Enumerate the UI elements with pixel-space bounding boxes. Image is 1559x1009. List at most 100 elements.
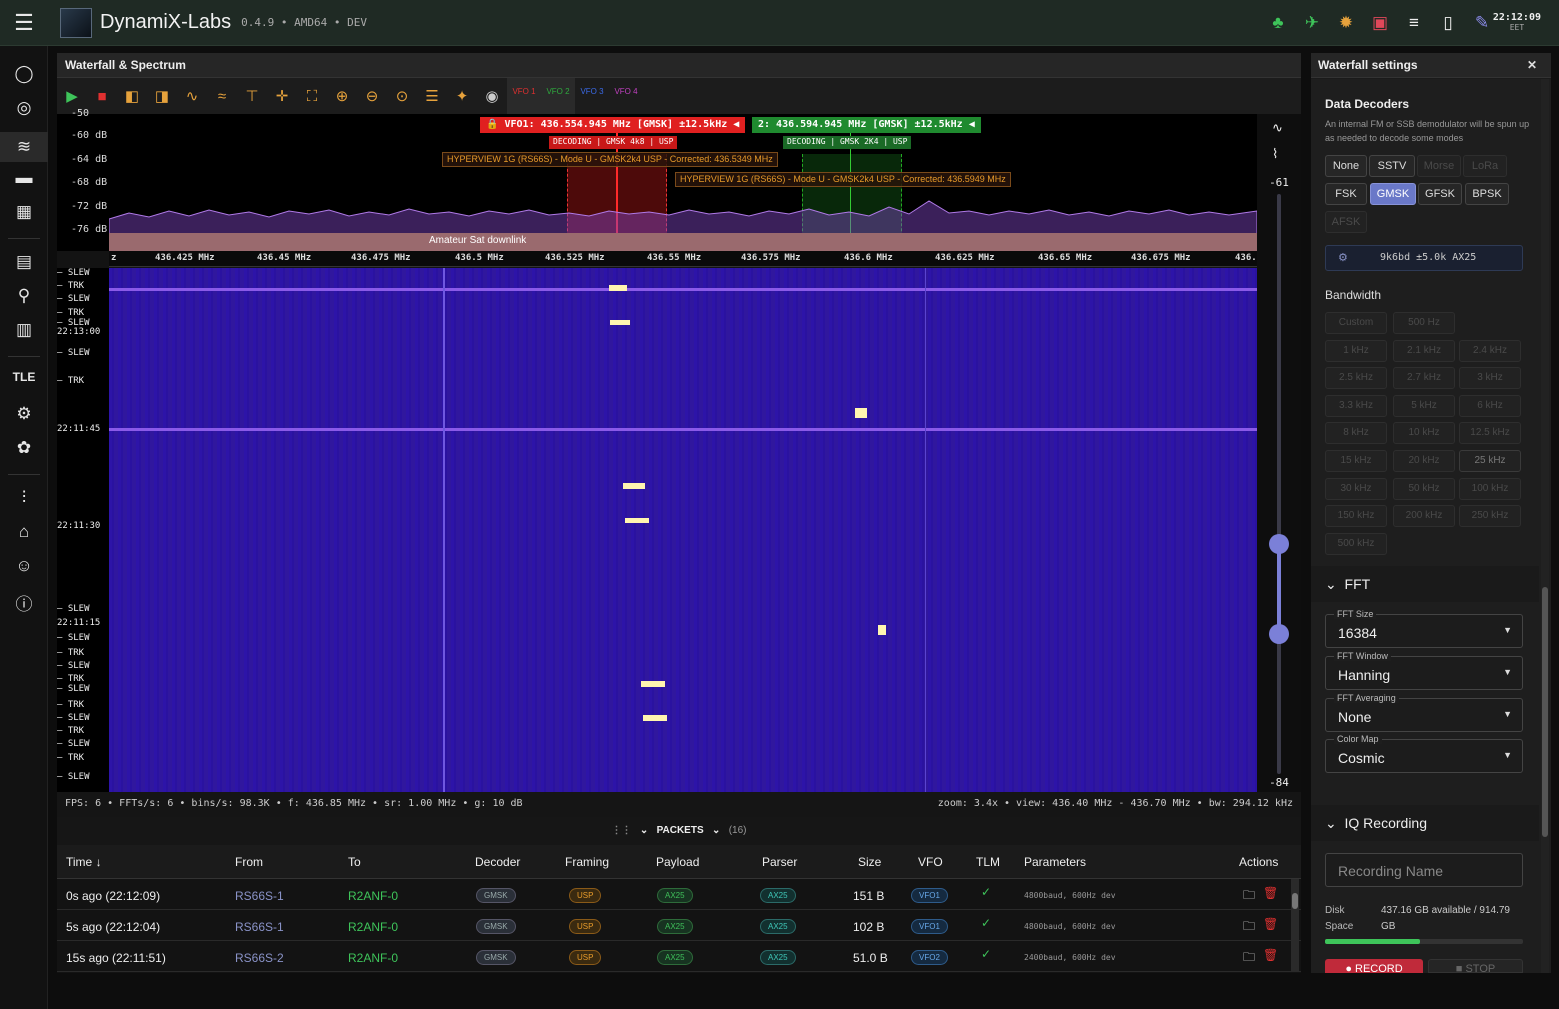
range-min-handle[interactable] (1269, 624, 1289, 644)
table-row[interactable]: 5s ago (22:12:04) RS66S-1 R2ANF-0 GMSK U… (57, 910, 1301, 941)
column-header[interactable]: Size (858, 855, 881, 869)
range-max-handle[interactable] (1269, 534, 1289, 554)
bandwidth-option[interactable]: 500 kHz (1325, 532, 1387, 555)
waterfall-mode-icon[interactable]: ⌇ (1272, 146, 1278, 162)
spectrum-view[interactable]: -50 -60 dB -64 dB -68 dB -72 dB -76 dB A… (57, 108, 1301, 251)
dashboard-icon[interactable]: ◯ (0, 64, 48, 84)
spectrum-icon[interactable]: ≈ (207, 88, 237, 105)
fft-averaging-select[interactable]: FFT Averaging None ▼ (1325, 693, 1523, 732)
column-header[interactable]: Decoder (475, 855, 520, 869)
menu-icon[interactable]: ☰ (0, 10, 48, 36)
bandwidth-option[interactable]: 500 Hz (1393, 312, 1455, 334)
recording-name-input[interactable]: Recording Name (1325, 853, 1523, 887)
right-panel-icon[interactable]: ◨ (147, 87, 177, 105)
iq-recording-section-header[interactable]: ⌄ IQ Recording (1311, 805, 1539, 841)
record-button[interactable]: ● RECORD (1325, 959, 1423, 973)
vfo-4-button[interactable]: VFO 4 (609, 78, 643, 114)
decoder-gfsk-button[interactable]: GFSK (1418, 183, 1462, 205)
playlist-icon[interactable]: ≡ (1397, 13, 1431, 33)
bookmarks-icon[interactable]: ☰ (417, 87, 447, 105)
vfo-3-button[interactable]: VFO 3 (575, 78, 609, 114)
column-header[interactable]: Payload (656, 855, 699, 869)
cell-to[interactable]: R2ANF-0 (348, 889, 398, 903)
zoom-in-icon[interactable]: ⊕ (327, 87, 357, 105)
vfo-2-button[interactable]: VFO 2 (541, 78, 575, 114)
range-track[interactable] (1277, 194, 1281, 774)
bandwidth-option[interactable]: 100 kHz (1459, 477, 1521, 500)
bandwidth-option[interactable]: 3.3 kHz (1325, 394, 1387, 417)
bandwidth-option[interactable]: 50 kHz (1393, 477, 1455, 500)
cell-to[interactable]: R2ANF-0 (348, 951, 398, 965)
column-header[interactable]: Actions (1239, 855, 1278, 869)
cell-from[interactable]: RS66S-1 (235, 889, 284, 903)
decoder-fsk-button[interactable]: FSK (1325, 183, 1367, 205)
stop-icon[interactable]: ■ (87, 88, 117, 105)
files-icon[interactable]: ▬ (0, 168, 48, 188)
bandwidth-option[interactable]: 5 kHz (1393, 394, 1455, 417)
settings-scrollbar[interactable] (1541, 79, 1549, 973)
left-panel-icon[interactable]: ◧ (117, 87, 147, 105)
decoder-lora-button[interactable]: LoRa (1463, 155, 1507, 177)
color-map-select[interactable]: Color Map Cosmic ▼ (1325, 734, 1523, 773)
satellite-icon[interactable]: ✦ (447, 87, 477, 105)
trash-icon[interactable]: 🗑 (1263, 948, 1278, 962)
chevron-down-icon[interactable]: ⌄ (712, 825, 720, 836)
column-header[interactable]: From (235, 855, 263, 869)
close-icon[interactable]: ✕ (1527, 58, 1537, 72)
fft-size-select[interactable]: FFT Size 16384 ▼ (1325, 609, 1523, 648)
antenna-icon[interactable]: ⚲ (0, 286, 48, 306)
decoder-bpsk-button[interactable]: BPSK (1465, 183, 1509, 205)
collapse-icon[interactable]: ⌄ (640, 825, 648, 836)
sliders-icon[interactable]: ⫶ (0, 488, 48, 508)
cell-from[interactable]: RS66S-2 (235, 951, 284, 965)
column-header[interactable]: Framing (565, 855, 609, 869)
column-header[interactable]: To (348, 855, 361, 869)
home-settings-icon[interactable]: ⌂ (0, 522, 48, 542)
bandwidth-option[interactable]: 3 kHz (1459, 367, 1521, 390)
bandwidth-option[interactable]: 10 kHz (1393, 422, 1455, 445)
peak-hold-icon[interactable]: ∿ (177, 87, 207, 105)
network-tree-icon[interactable]: ♣ (1261, 13, 1295, 33)
bandwidth-option[interactable]: 2.1 kHz (1393, 339, 1455, 362)
hardware-icon[interactable]: ✿ (0, 438, 48, 458)
packets-header[interactable]: ⋮⋮ ⌄ PACKETS ⌄ (16) (57, 817, 1301, 845)
trash-icon[interactable]: 🗑 (1263, 917, 1278, 931)
satellite-tracking-icon[interactable]: ✈ (1295, 13, 1329, 33)
column-header[interactable]: Time ↓ (66, 855, 102, 869)
target-icon[interactable]: ◎ (0, 98, 48, 118)
zoom-out-icon[interactable]: ⊖ (357, 87, 387, 105)
decoder-gmsk-button[interactable]: GMSK (1370, 183, 1416, 205)
settings-scrollbar-thumb[interactable] (1542, 587, 1548, 837)
stop-button[interactable]: ■ STOP (1428, 959, 1523, 973)
fft-window-select[interactable]: FFT Window Hanning ▼ (1325, 651, 1523, 690)
bandwidth-option[interactable]: 250 kHz (1459, 505, 1521, 528)
bandwidth-option[interactable]: 150 kHz (1325, 505, 1387, 528)
camera-icon[interactable]: ◉ (477, 87, 507, 105)
bandwidth-option[interactable]: 2.7 kHz (1393, 367, 1455, 390)
radio-icon[interactable]: ▤ (0, 252, 48, 272)
bandwidth-option[interactable]: 1 kHz (1325, 339, 1387, 362)
bandwidth-option[interactable]: 2.5 kHz (1325, 367, 1387, 390)
fullscreen-icon[interactable]: ⛶ (297, 88, 327, 105)
users-icon[interactable]: ☺ (0, 556, 48, 576)
satellite-label-2[interactable]: HYPERVIEW 1G (RS66S) - Mode U - GMSK2k4 … (675, 172, 1011, 187)
fft-section-header[interactable]: ⌄ FFT (1311, 566, 1539, 602)
center-icon[interactable]: ✛ (267, 87, 297, 105)
bandwidth-option[interactable]: 200 kHz (1393, 505, 1455, 528)
bandwidth-option[interactable]: 25 kHz (1459, 450, 1521, 472)
bandwidth-option[interactable]: 15 kHz (1325, 450, 1387, 472)
recording-status-icon[interactable]: ▣ (1363, 13, 1397, 33)
decoder-none-button[interactable]: None (1325, 155, 1367, 177)
table-row[interactable]: 15s ago (22:11:51) RS66S-2 R2ANF-0 GMSK … (57, 941, 1301, 972)
column-header[interactable]: VFO (918, 855, 943, 869)
decoder-morse-button[interactable]: Morse (1417, 155, 1461, 177)
drag-handle-icon[interactable]: ⋮⋮ (612, 825, 632, 836)
info-icon[interactable]: ⓘ (0, 590, 48, 615)
bandwidth-option[interactable]: 30 kHz (1325, 477, 1387, 500)
bandwidth-option[interactable]: 6 kHz (1459, 394, 1521, 417)
vfo-2-banner[interactable]: 2: 436.594.945 MHz [GMSK] ±12.5kHz ◀ (752, 117, 981, 133)
zoom-reset-icon[interactable]: ⊙ (387, 87, 417, 105)
mobile-icon[interactable]: ▯ (1431, 13, 1465, 33)
column-header[interactable]: Parameters (1024, 855, 1086, 869)
play-icon[interactable]: ▶ (57, 87, 87, 105)
